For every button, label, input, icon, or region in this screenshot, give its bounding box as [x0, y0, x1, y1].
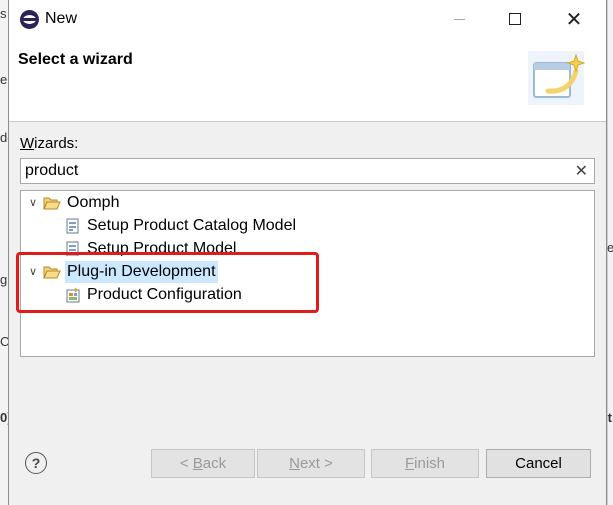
chevron-down-icon[interactable]: ∨ [25, 261, 41, 283]
maximize-button[interactable] [492, 0, 538, 38]
minimize-icon [453, 18, 465, 20]
tree-item-label: Product Configuration [87, 286, 242, 303]
chevron-down-icon[interactable]: ∨ [25, 192, 41, 214]
model-file-icon [66, 241, 79, 256]
tree-group-oomph[interactable]: ∨ Oomph [25, 192, 121, 214]
maximize-icon [509, 13, 521, 25]
tree-item-setup-product-catalog-model[interactable]: Setup Product Catalog Model [65, 215, 298, 237]
cancel-button[interactable]: Cancel [486, 449, 591, 478]
tree-group-label: Plug-in Development [65, 261, 218, 283]
tree-item-product-configuration[interactable]: Product Configuration [65, 284, 244, 306]
tree-item-label: Setup Product Model [87, 240, 237, 256]
wizards-label: Wizards: [20, 135, 79, 152]
tree-group-label: Oomph [67, 194, 120, 211]
tree-item-setup-product-model[interactable]: Setup Product Model [65, 238, 238, 256]
background-text: s [0, 6, 7, 21]
page-title: Select a wizard [18, 51, 133, 68]
wizard-tree[interactable]: ∨ Oomph Setup Product Catalog Model Setu… [20, 190, 595, 357]
new-wizard-dialog: New ✕ Select a wizard Wizards: product ✕… [8, 0, 607, 505]
title-bar[interactable]: New ✕ [9, 0, 606, 38]
wizard-banner-icon [528, 51, 586, 105]
help-icon: ? [31, 455, 41, 471]
background-text: e [607, 240, 613, 255]
product-config-icon [66, 287, 80, 303]
tree-group-plug-in-development[interactable]: ∨ Plug-in Development [25, 261, 218, 283]
background-text: g [0, 272, 8, 287]
folder-open-icon [43, 197, 61, 210]
window-title: New [45, 10, 78, 27]
filter-value: product [25, 162, 79, 179]
close-icon: ✕ [565, 8, 583, 31]
back-button[interactable]: < Back [151, 449, 255, 478]
next-button[interactable]: Next > [257, 449, 365, 478]
minimize-button[interactable] [436, 0, 482, 38]
wizard-header: Select a wizard [9, 38, 606, 122]
finish-button[interactable]: Finish [371, 449, 479, 478]
help-button[interactable]: ? [25, 452, 47, 474]
close-button[interactable]: ✕ [551, 0, 597, 38]
tree-item-label: Setup Product Catalog Model [87, 217, 297, 234]
model-file-icon [66, 218, 79, 234]
wizard-filter-input[interactable]: product ✕ [20, 158, 595, 184]
folder-open-icon [43, 266, 61, 279]
clear-filter-icon[interactable]: ✕ [575, 160, 588, 184]
eclipse-icon [20, 10, 39, 29]
background-text: e [0, 72, 8, 87]
